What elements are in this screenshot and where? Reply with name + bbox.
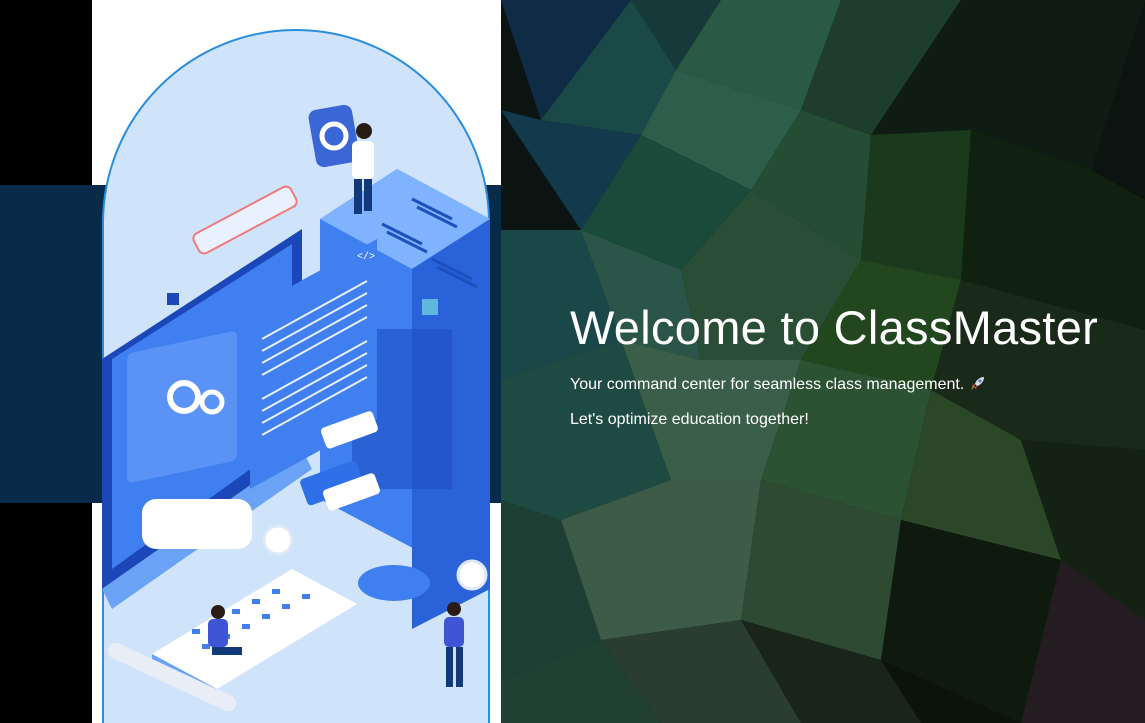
hero-subtitle-text: Your command center for seamless class m… [570,376,965,393]
mouse-icon [358,565,430,601]
page-title: Welcome to ClassMaster [570,301,1099,354]
hero-illustration: </> [102,29,490,723]
hero-tagline: Let's optimize education together! [570,411,809,428]
svg-text:</>: </> [357,251,375,263]
hero-subtitle: Your command center for seamless class m… [570,374,1140,399]
rocket-icon [969,374,987,399]
hero-section: Welcome to ClassMaster Your command cent… [570,300,1140,431]
